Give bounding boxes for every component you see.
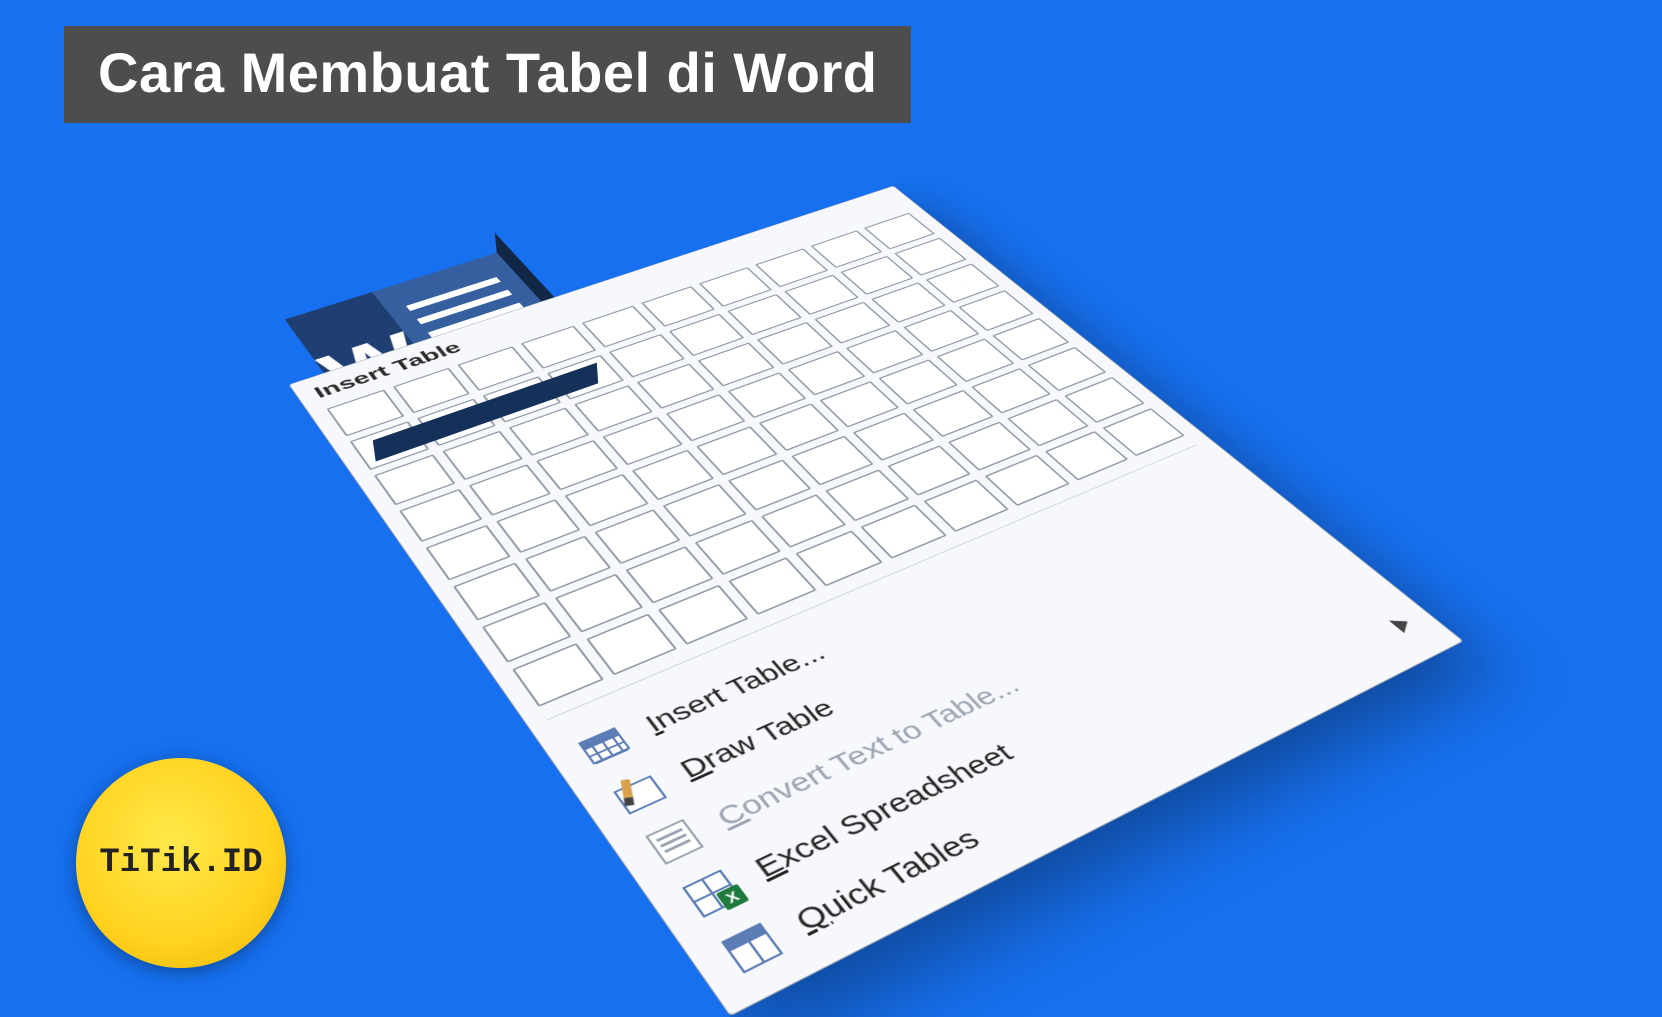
convert-text-icon <box>639 814 711 870</box>
brand-badge: TiTik.ID <box>76 758 286 968</box>
word-doc-line <box>406 277 501 311</box>
chevron-right-icon <box>1389 615 1415 633</box>
table-grid-icon <box>570 721 638 772</box>
quick-tables-icon <box>714 917 790 979</box>
scene: W Insert Table Insert Table...Draw Table… <box>441 25 1221 982</box>
brand-text: TiTik.ID <box>99 844 262 882</box>
excel-icon: X <box>675 864 749 923</box>
tilt-group: W Insert Table Insert Table...Draw Table… <box>288 186 1464 1017</box>
draw-table-icon <box>604 766 674 820</box>
